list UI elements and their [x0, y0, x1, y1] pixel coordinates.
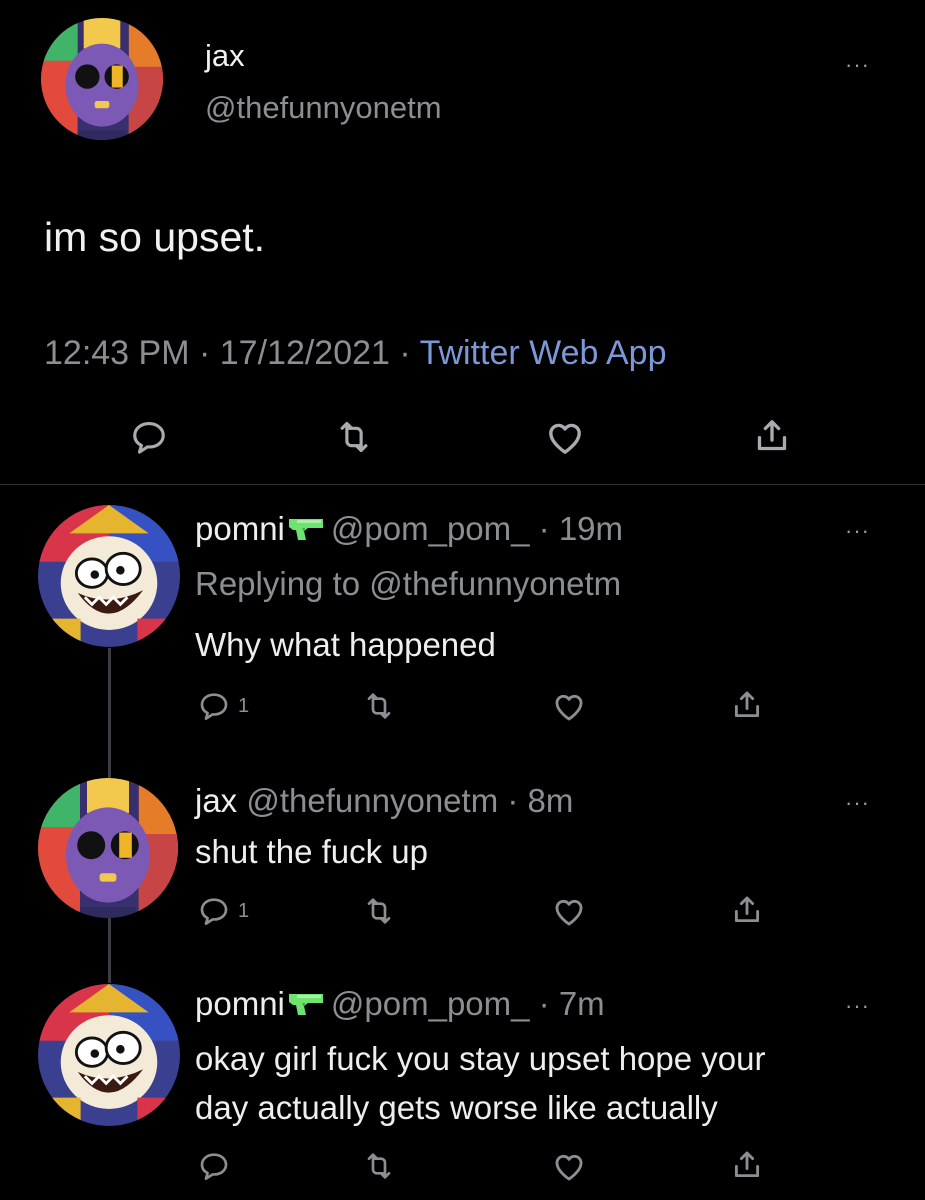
reply-icon: [130, 418, 168, 456]
share-icon: [730, 688, 764, 722]
share-icon: [730, 893, 764, 927]
author-handle[interactable]: @pom_pom_: [331, 510, 530, 547]
water-gun-emoji: [287, 990, 327, 1018]
author-handle[interactable]: @thefunnyonetm: [205, 90, 442, 126]
share-icon: [752, 416, 792, 456]
replying-handle-link[interactable]: @thefunnyonetm: [369, 565, 621, 602]
like-button[interactable]: [552, 690, 586, 724]
like-icon: [552, 690, 586, 724]
tweet-date: 17/12/2021: [219, 334, 390, 372]
reply-button[interactable]: 1: [198, 690, 249, 722]
reply-text: okay girl fuck you stay upset hope your …: [195, 1034, 765, 1132]
replying-label: Replying to: [195, 565, 361, 602]
author-handle[interactable]: @thefunnyonetm: [246, 782, 498, 819]
retweet-icon: [334, 418, 374, 456]
reply-count: 1: [238, 694, 250, 717]
pomni-avatar-image: [38, 984, 180, 1126]
avatar[interactable]: [38, 778, 178, 918]
pomni-avatar-image: [38, 505, 180, 647]
avatar[interactable]: [38, 505, 180, 647]
retweet-icon: [362, 1150, 396, 1182]
thread-line: [108, 648, 111, 778]
avatar[interactable]: [38, 984, 180, 1126]
tweet-meta: 12:43 PM · 17/12/2021 · Twitter Web App: [44, 334, 667, 373]
like-button[interactable]: [552, 1150, 586, 1184]
reply-header: pomni @pom_pom_ · 19m: [195, 510, 624, 547]
reply-button[interactable]: 1: [198, 895, 249, 927]
reply-icon: [198, 895, 230, 927]
tweet-text: im so upset.: [44, 214, 266, 260]
retweet-button[interactable]: [362, 895, 396, 927]
replying-to: Replying to @thefunnyonetm: [195, 565, 621, 603]
like-icon: [552, 1150, 586, 1184]
share-button[interactable]: [730, 893, 764, 927]
reply-header: pomni @pom_pom_ · 7m: [195, 985, 605, 1022]
retweet-button[interactable]: [362, 690, 396, 722]
more-icon[interactable]: ···: [845, 993, 870, 1019]
tweet-age[interactable]: 19m: [559, 510, 623, 547]
share-icon: [730, 1148, 764, 1182]
meta-separator: ·: [399, 334, 411, 372]
share-button[interactable]: [752, 416, 792, 461]
tweet-age[interactable]: 7m: [559, 985, 605, 1022]
reply-button[interactable]: [130, 418, 168, 461]
retweet-icon: [362, 895, 396, 927]
avatar[interactable]: [41, 18, 163, 140]
jax-avatar-image: [38, 778, 178, 918]
like-icon: [545, 418, 585, 458]
author-name[interactable]: pomni: [195, 985, 285, 1022]
reply-icon: [198, 690, 230, 722]
author-handle[interactable]: @pom_pom_: [331, 985, 530, 1022]
more-icon[interactable]: ···: [845, 790, 870, 816]
divider: [0, 484, 925, 485]
retweet-icon: [362, 690, 396, 722]
reply-text: Why what happened: [195, 626, 496, 663]
meta-separator: ·: [198, 334, 211, 372]
reply-text: shut the fuck up: [195, 833, 428, 870]
like-icon: [552, 895, 586, 929]
reply-count: 1: [238, 899, 250, 922]
tweet-source-link[interactable]: Twitter Web App: [420, 334, 667, 372]
reply-text-line: day actually gets worse like actually: [195, 1089, 718, 1126]
more-icon[interactable]: ···: [845, 518, 870, 544]
author-name[interactable]: jax: [205, 38, 245, 74]
thread-line: [108, 918, 111, 983]
reply-icon: [198, 1150, 230, 1182]
tweet-time: 12:43 PM: [44, 334, 190, 372]
reply-header: jax @thefunnyonetm · 8m: [195, 782, 574, 819]
more-icon[interactable]: ···: [845, 52, 870, 78]
reply-text-line: okay girl fuck you stay upset hope your: [195, 1040, 766, 1077]
water-gun-emoji: [287, 515, 327, 543]
share-button[interactable]: [730, 688, 764, 722]
jax-avatar-image: [41, 18, 163, 140]
like-button[interactable]: [545, 418, 585, 463]
retweet-button[interactable]: [334, 418, 374, 461]
reply-button[interactable]: [198, 1150, 238, 1182]
retweet-button[interactable]: [362, 1150, 396, 1182]
author-name[interactable]: pomni: [195, 510, 285, 547]
share-button[interactable]: [730, 1148, 764, 1182]
like-button[interactable]: [552, 895, 586, 929]
author-name[interactable]: jax: [195, 782, 237, 819]
tweet-age[interactable]: 8m: [528, 782, 574, 819]
